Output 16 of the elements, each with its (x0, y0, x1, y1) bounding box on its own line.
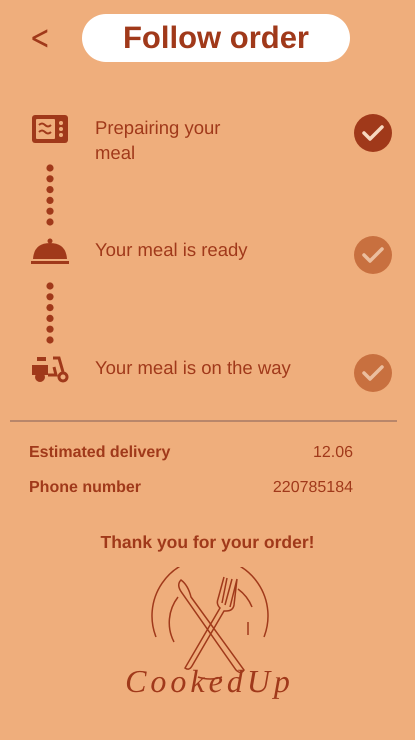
thank-you-message: Thank you for your order! (100, 532, 316, 553)
dotted-connector (46, 282, 54, 344)
microwave-icon (31, 114, 69, 144)
detail-label: Phone number (29, 479, 142, 498)
dotted-connector (46, 164, 54, 226)
step-label: Your meal is on the way (95, 356, 292, 380)
scooter-icon (31, 355, 69, 383)
brand-name: CookedUp (125, 663, 294, 700)
detail-value: 12.06 (312, 444, 353, 463)
cloche-icon (31, 238, 69, 264)
detail-label: Estimated delivery (29, 444, 170, 463)
step-label: Your meal is ready (95, 238, 249, 262)
step-label: Prepairing your meal (95, 116, 222, 165)
back-button[interactable]: < (30, 18, 48, 58)
page-title: Follow order (82, 14, 350, 62)
detail-value: 220785184 (272, 479, 353, 498)
